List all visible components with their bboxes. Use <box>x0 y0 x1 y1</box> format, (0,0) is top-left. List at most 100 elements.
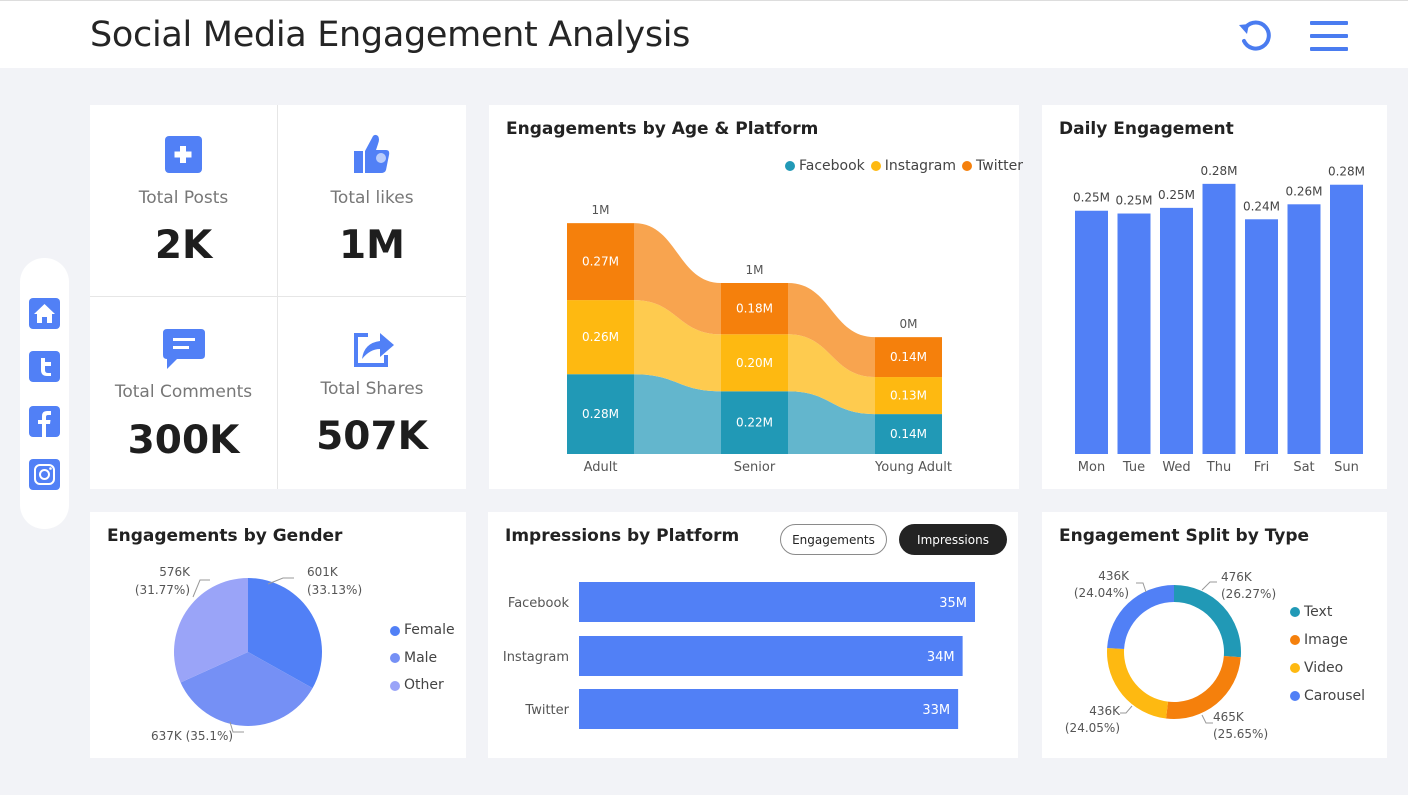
bar-value-label: 33M <box>922 703 950 718</box>
segment-label: 0.20M <box>736 356 773 370</box>
segment-label: 0.26M <box>582 330 619 344</box>
thumbs-up-icon <box>354 134 390 173</box>
instagram-icon[interactable] <box>29 459 60 490</box>
kpi-total-shares: Total Shares 507K <box>278 297 466 489</box>
label-connector <box>1136 582 1147 593</box>
age-platform-chart: 0.28M 0.26M 0.27M 1M Adult 0.22M 0.20M 0.18M 1M S… <box>567 203 952 475</box>
x-tick-label: Senior <box>734 460 776 475</box>
legend-item-video[interactable]: Video <box>1290 654 1365 682</box>
kpi-value: 507K <box>316 414 428 459</box>
bar-value-label: 0.25M <box>1073 191 1110 205</box>
donut-label: 436K <box>1089 704 1121 718</box>
x-tick-label: Mon <box>1078 460 1105 475</box>
impressions-card: Impressions by Platform Engagements Impr… <box>488 512 1018 758</box>
refresh-icon[interactable] <box>1236 17 1276 57</box>
plus-icon <box>165 136 202 173</box>
twitter-icon[interactable] <box>29 351 60 382</box>
donut-label: 436K <box>1098 569 1130 583</box>
segment-label: 0.22M <box>736 416 773 430</box>
donut-label: (24.04%) <box>1074 586 1129 600</box>
kpi-label: Total Comments <box>114 382 253 402</box>
kpi-label: Total Posts <box>138 188 229 208</box>
donut-label: (25.65%) <box>1213 727 1268 741</box>
donut-label: 465K <box>1213 710 1245 724</box>
comment-icon <box>163 329 205 369</box>
header-bar: Social Media Engagement Analysis <box>0 0 1408 68</box>
page-title: Social Media Engagement Analysis <box>90 15 691 55</box>
impressions-bar-chart: 35M Facebook 34M Instagram 33M Twitter <box>503 582 975 729</box>
y-tick-label: Facebook <box>508 596 570 611</box>
kpi-value: 1M <box>339 223 405 268</box>
impression-bar <box>579 636 963 676</box>
kpi-total-posts: Total Posts 2K <box>90 105 277 296</box>
daily-bar <box>1117 213 1151 454</box>
segment-label: 0.27M <box>582 255 619 269</box>
segment-label: 0.28M <box>582 407 619 421</box>
legend-item-other[interactable]: Other <box>390 672 455 700</box>
hamburger-menu-icon[interactable] <box>1308 17 1348 57</box>
kpi-card: Total Posts 2K Total likes 1M Total Comm… <box>90 105 466 489</box>
x-tick-label: Sat <box>1293 460 1314 475</box>
segment-label: 0.14M <box>890 350 927 364</box>
bar-value-label: 0.28M <box>1200 164 1237 178</box>
type-split-card: Engagement Split by Type 476K (26.27%) 465… <box>1042 512 1387 758</box>
daily-bar <box>1287 204 1321 454</box>
pie-label: (33.13%) <box>307 583 362 597</box>
bar-value-label: 0.26M <box>1285 184 1322 198</box>
daily-engagement-chart: 0.25M Mon 0.25M Tue 0.25M Wed 0.28M Thu 0.24M Fri… <box>1073 164 1365 475</box>
type-split-legend: Text Image Video Carousel <box>1290 598 1365 710</box>
legend-item-image[interactable]: Image <box>1290 626 1365 654</box>
share-icon <box>354 333 394 367</box>
total-label: 1M <box>592 203 610 217</box>
legend-item-female[interactable]: Female <box>390 617 455 645</box>
x-tick-label: Thu <box>1206 460 1231 475</box>
kpi-total-likes: Total likes 1M <box>278 105 466 296</box>
x-tick-label: Sun <box>1334 460 1359 475</box>
pie-label: (31.77%) <box>135 583 190 597</box>
legend-item-male[interactable]: Male <box>390 645 455 673</box>
gender-pie-chart: 601K (33.13%) 637K (35.1%) 576K (31.77%) <box>135 565 362 743</box>
y-tick-label: Instagram <box>503 650 569 665</box>
donut-label: 476K <box>1221 570 1253 584</box>
kpi-label: Total likes <box>330 188 414 208</box>
gender-card: Engagements by Gender 601K (33.13%) 637K (… <box>90 512 466 758</box>
daily-bar <box>1202 183 1236 454</box>
impression-bar <box>579 582 975 622</box>
donut-label: (24.05%) <box>1065 721 1120 735</box>
x-tick-label: Wed <box>1162 460 1190 475</box>
legend-item-text[interactable]: Text <box>1290 598 1365 626</box>
label-connector <box>1120 705 1133 714</box>
segment-label: 0.18M <box>736 302 773 316</box>
x-tick-label: Tue <box>1122 460 1145 475</box>
bar-value-label: 35M <box>939 596 967 611</box>
kpi-value: 2K <box>154 223 213 268</box>
type-split-donut-chart: 476K (26.27%) 465K (25.65%) 436K (24.05%) 436K… <box>1065 569 1276 741</box>
facebook-icon[interactable] <box>29 406 60 437</box>
home-icon[interactable] <box>29 298 60 329</box>
bar-value-label: 0.25M <box>1158 188 1195 202</box>
segment-label: 0.14M <box>890 427 927 441</box>
bar-value-label: 0.28M <box>1328 165 1365 179</box>
daily-bar <box>1245 219 1278 454</box>
bar-value-label: 34M <box>927 650 955 665</box>
donut-label: (26.27%) <box>1221 587 1276 601</box>
total-label: 1M <box>746 263 764 277</box>
gender-legend: Female Male Other <box>390 617 455 700</box>
age-platform-card: Engagements by Age & Platform Facebook I… <box>489 105 1023 489</box>
pie-label: 637K (35.1%) <box>151 729 233 743</box>
daily-bar <box>1075 210 1108 454</box>
y-tick-label: Twitter <box>524 703 569 718</box>
segment-label: 0.13M <box>890 389 927 403</box>
x-tick-label: Adult <box>584 460 618 475</box>
kpi-label: Total Shares <box>320 379 424 399</box>
kpi-value: 300K <box>127 418 240 463</box>
x-tick-label: Fri <box>1254 460 1270 475</box>
x-tick-label: Young Adult <box>874 460 952 475</box>
sidebar <box>20 258 69 529</box>
legend-item-carousel[interactable]: Carousel <box>1290 682 1365 710</box>
label-connector <box>1201 581 1217 591</box>
bar-value-label: 0.24M <box>1243 199 1280 213</box>
pie-label: 576K <box>159 565 191 579</box>
impression-bar <box>579 689 959 729</box>
pie-label: 601K <box>307 565 339 579</box>
